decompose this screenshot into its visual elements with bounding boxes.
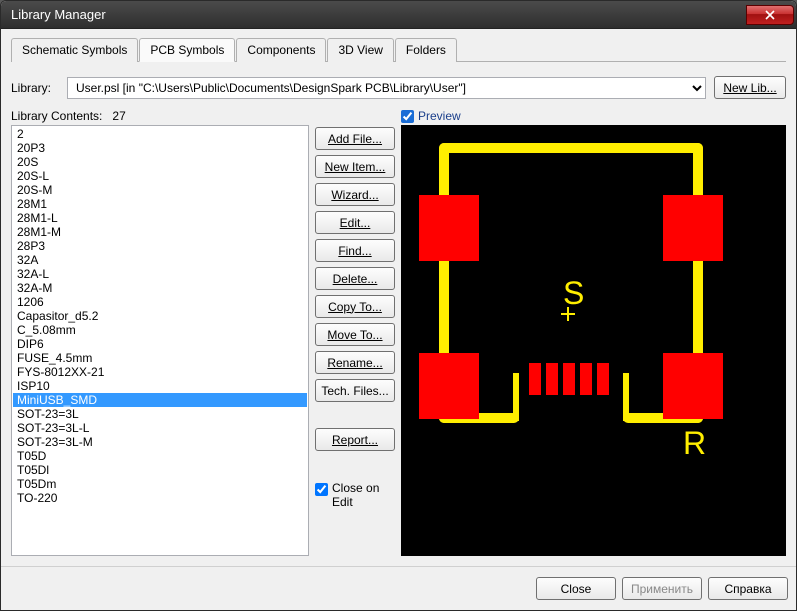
- library-select[interactable]: User.psl [in "C:\Users\Public\Documents\…: [67, 77, 706, 99]
- delete-button[interactable]: Delete...: [315, 267, 395, 290]
- list-item[interactable]: SOT-23=3L-L: [13, 421, 307, 435]
- list-item[interactable]: MiniUSB_SMD: [13, 393, 307, 407]
- report-button[interactable]: Report...: [315, 428, 395, 451]
- titlebar: Library Manager: [1, 1, 796, 29]
- list-item[interactable]: SOT-23=3L-M: [13, 435, 307, 449]
- pcb-footprint: S R: [401, 125, 786, 556]
- window-close-button[interactable]: [746, 5, 794, 25]
- list-item[interactable]: DIP6: [13, 337, 307, 351]
- tab-3d-view[interactable]: 3D View: [327, 38, 393, 62]
- rename-button[interactable]: Rename...: [315, 351, 395, 374]
- tab-strip: Schematic Symbols PCB Symbols Components…: [11, 37, 786, 62]
- find-button[interactable]: Find...: [315, 239, 395, 262]
- close-on-edit-checkbox[interactable]: [315, 483, 328, 496]
- list-item[interactable]: 32A-M: [13, 281, 307, 295]
- list-item[interactable]: T05Dl: [13, 463, 307, 477]
- list-item[interactable]: 32A-L: [13, 267, 307, 281]
- list-item[interactable]: ISP10: [13, 379, 307, 393]
- list-item[interactable]: T05Dm: [13, 477, 307, 491]
- list-item[interactable]: FUSE_4.5mm: [13, 351, 307, 365]
- apply-button[interactable]: Применить: [622, 577, 702, 600]
- list-item[interactable]: 2: [13, 127, 307, 141]
- add-file-button[interactable]: Add File...: [315, 127, 395, 150]
- window-title: Library Manager: [11, 7, 746, 22]
- wizard-button[interactable]: Wizard...: [315, 183, 395, 206]
- list-item[interactable]: SOT-23=3L: [13, 407, 307, 421]
- list-item[interactable]: 28M1-L: [13, 211, 307, 225]
- list-item[interactable]: 1206: [13, 295, 307, 309]
- tech-files-button[interactable]: Tech. Files...: [315, 379, 395, 402]
- list-item[interactable]: 20S-M: [13, 183, 307, 197]
- list-item[interactable]: Capasitor_d5.2: [13, 309, 307, 323]
- new-lib-button[interactable]: New Lib...: [714, 76, 786, 99]
- list-item[interactable]: 28M1: [13, 197, 307, 211]
- edit-button[interactable]: Edit...: [315, 211, 395, 234]
- copy-to-button[interactable]: Copy To...: [315, 295, 395, 318]
- tab-folders[interactable]: Folders: [395, 38, 457, 62]
- list-item[interactable]: FYS-8012XX-21: [13, 365, 307, 379]
- preview-label: Preview: [418, 109, 461, 123]
- library-contents-label: Library Contents:: [11, 109, 102, 123]
- close-icon: [765, 10, 775, 20]
- library-label: Library:: [11, 81, 59, 95]
- preview-checkbox[interactable]: [401, 110, 414, 123]
- tab-pcb-symbols[interactable]: PCB Symbols: [139, 38, 235, 62]
- move-to-button[interactable]: Move To...: [315, 323, 395, 346]
- list-item[interactable]: T05D: [13, 449, 307, 463]
- symbol-r-label: R: [683, 425, 706, 462]
- list-item[interactable]: TO-220: [13, 491, 307, 505]
- new-item-button[interactable]: New Item...: [315, 155, 395, 178]
- dialog-footer: Close Применить Справка: [1, 566, 796, 610]
- library-contents-count: 27: [112, 109, 125, 123]
- help-button[interactable]: Справка: [708, 577, 788, 600]
- symbol-list[interactable]: 220P320S20S-L20S-M28M128M1-L28M1-M28P332…: [11, 125, 309, 556]
- list-item[interactable]: 20S-L: [13, 169, 307, 183]
- list-item[interactable]: 20P3: [13, 141, 307, 155]
- list-item[interactable]: 28P3: [13, 239, 307, 253]
- list-item[interactable]: 20S: [13, 155, 307, 169]
- close-button[interactable]: Close: [536, 577, 616, 600]
- tab-schematic-symbols[interactable]: Schematic Symbols: [11, 38, 138, 62]
- list-item[interactable]: 32A: [13, 253, 307, 267]
- list-item[interactable]: 28M1-M: [13, 225, 307, 239]
- preview-canvas: S R: [401, 125, 786, 556]
- close-on-edit-label: Close on Edit: [332, 481, 395, 509]
- tab-components[interactable]: Components: [236, 38, 326, 62]
- library-manager-window: Library Manager Schematic Symbols PCB Sy…: [0, 0, 797, 611]
- list-item[interactable]: C_5.08mm: [13, 323, 307, 337]
